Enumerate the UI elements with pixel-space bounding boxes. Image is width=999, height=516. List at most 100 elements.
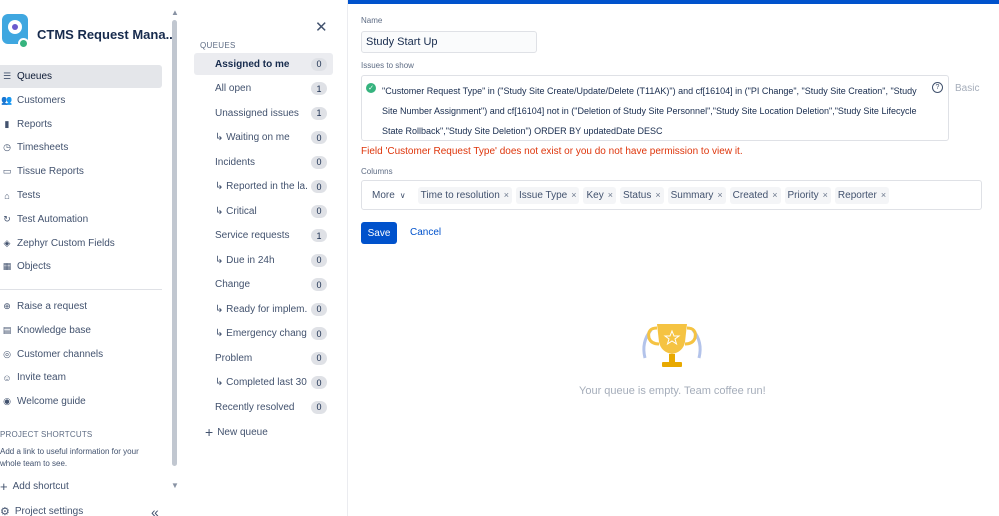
queue-label: ↳ Due in 24h (215, 254, 275, 266)
column-chip-label: Created (732, 189, 769, 201)
project-header[interactable]: CTMS Request Mana... (0, 8, 172, 58)
gear-icon: ⚙ (0, 506, 10, 516)
queue-item[interactable]: Incidents 0 (194, 151, 333, 173)
queue-item[interactable]: ↳ Emergency change 0 (194, 323, 333, 345)
more-columns-dropdown[interactable]: More ∨ (368, 185, 410, 205)
queue-count-badge: 0 (311, 204, 327, 218)
save-button[interactable]: Save (361, 222, 397, 244)
queue-count-badge: 0 (311, 253, 327, 267)
remove-column-icon[interactable]: × (881, 190, 886, 200)
column-chip: Created × (729, 186, 781, 204)
sidebar-item-tests[interactable]: ⌂ Tests (0, 184, 162, 207)
jql-query-input[interactable]: ✓ "Customer Request Type" in ("Study Sit… (361, 75, 949, 141)
queue-label: ↳ Reported in the la... (215, 181, 307, 192)
queue-item[interactable]: ↳ Critical 0 (194, 200, 333, 222)
valid-check-icon: ✓ (366, 83, 376, 93)
queue-label: Incidents (215, 156, 256, 168)
queue-item[interactable]: Unassigned issues 1 (194, 102, 333, 124)
queue-item[interactable]: ↳ Completed last 30... 0 (194, 372, 333, 394)
sidebar-item-test-automation[interactable]: ↻ Test Automation (0, 208, 162, 231)
queue-label: ↳ Waiting on me (215, 132, 290, 143)
queue-count-badge: 0 (311, 327, 327, 340)
queue-item[interactable]: ↳ Waiting on me 0 (194, 127, 333, 149)
sidebar-divider (0, 289, 162, 290)
sidebar-item-label: Invite team (17, 372, 66, 384)
column-chip: Priority × (784, 186, 831, 204)
column-chip: Time to resolution × (417, 186, 513, 204)
raise-request-icon: ⊕ (3, 301, 11, 311)
help-icon[interactable]: ? (932, 82, 943, 93)
remove-column-icon[interactable]: × (772, 190, 777, 200)
remove-column-icon[interactable]: × (571, 190, 576, 200)
sidebar-item-knowledge-base[interactable]: ▤ Knowledge base (0, 319, 162, 342)
queue-item[interactable]: Service requests 1 (194, 225, 333, 247)
sidebar-item-timesheets[interactable]: ◷ Timesheets (0, 136, 162, 159)
timesheets-icon: ◷ (3, 142, 11, 153)
queue-count-badge: 0 (311, 376, 327, 389)
empty-queue-message: Your queue is empty. Team coffee run! (579, 385, 766, 397)
column-chip-label: Reporter (837, 189, 877, 201)
sidebar-item-reports[interactable]: ▮ Reports (0, 113, 162, 136)
add-shortcut-button[interactable]: + Add shortcut (0, 479, 69, 494)
project-settings-label: Project settings (14, 506, 84, 516)
remove-column-icon[interactable]: × (504, 190, 509, 200)
project-sidebar: CTMS Request Mana... ☰ Queues 👥 Customers ▮ R… (0, 0, 172, 516)
sidebar-item-objects[interactable]: ▦ Objects (0, 255, 162, 278)
remove-column-icon[interactable]: × (717, 190, 722, 200)
sidebar-item-customers[interactable]: 👥 Customers (0, 89, 162, 112)
name-field-label: Name (361, 16, 383, 25)
sidebar-item-queues[interactable]: ☰ Queues (0, 65, 162, 88)
queue-label: ↳ Critical (215, 205, 257, 217)
basic-mode-link[interactable]: Basic (955, 83, 979, 94)
remove-column-icon[interactable]: × (655, 190, 660, 200)
queue-count-badge: 0 (311, 351, 327, 365)
queue-editor: Name Study Start Up Issues to show ✓ "Cu… (349, 4, 999, 516)
new-queue-button[interactable]: + New queue (205, 424, 268, 440)
knowledge-base-icon: ▤ (2, 324, 12, 335)
remove-column-icon[interactable]: × (823, 190, 828, 200)
queue-label: ↳ Ready for implem... (215, 303, 307, 315)
project-status-badge-icon (18, 38, 29, 49)
sidebar-item-label: Raise a request (17, 301, 88, 312)
cancel-button[interactable]: Cancel (410, 227, 441, 238)
queue-item[interactable]: Problem 0 (194, 347, 333, 369)
queue-item[interactable]: ↳ Reported in the la... 0 (194, 176, 333, 198)
jql-query-text: "Customer Request Type" in ("Study Site … (382, 86, 917, 136)
queue-count-badge: 0 (311, 400, 327, 414)
queue-label: Service requests (215, 230, 290, 241)
queue-label: ↳ Completed last 30... (215, 377, 307, 388)
sidebar-item-raise-a-request[interactable]: ⊕ Raise a request (0, 295, 162, 318)
columns-picker: More ∨ Time to resolution × Issue Type × Key… (361, 180, 982, 210)
sidebar-item-customer-channels[interactable]: ◎ Customer channels (0, 343, 162, 366)
column-chip: Summary × (667, 186, 726, 204)
queue-label: ↳ Emergency change (215, 328, 307, 339)
column-chip: Key × (583, 186, 616, 204)
sidebar-item-label: Customer channels (17, 348, 104, 360)
column-chip-label: Key (586, 189, 604, 201)
queue-item[interactable]: ↳ Due in 24h 0 (194, 249, 333, 271)
project-title: CTMS Request Mana... (37, 27, 172, 42)
queue-count-badge: 1 (311, 82, 327, 95)
queue-item[interactable]: Recently resolved 0 (194, 396, 333, 418)
queue-label: Change (215, 279, 251, 290)
queue-count-badge: 0 (311, 278, 327, 291)
sidebar-item-invite-team[interactable]: ☺ Invite team (0, 366, 162, 389)
queue-item[interactable]: All open 1 (194, 78, 333, 100)
close-icon[interactable]: ✕ (315, 18, 328, 36)
queue-count-badge: 0 (311, 302, 327, 316)
queue-item[interactable]: Change 0 (194, 274, 333, 296)
sidebar-item-welcome-guide[interactable]: ◉ Welcome guide (0, 390, 162, 413)
remove-column-icon[interactable]: × (608, 190, 613, 200)
columns-label: Columns (361, 167, 393, 176)
queue-count-badge: 0 (311, 131, 327, 144)
queue-item[interactable]: ↳ Ready for implem... 0 (194, 298, 333, 320)
queue-name-input[interactable]: Study Start Up (361, 31, 537, 53)
collapse-sidebar-icon[interactable]: « (151, 504, 159, 516)
sidebar-scrollbar[interactable] (172, 20, 177, 466)
tests-icon: ⌂ (4, 190, 10, 201)
chevron-down-icon: ∨ (399, 190, 406, 200)
queue-item[interactable]: Assigned to me 0 (194, 53, 333, 75)
sidebar-item-tissue-reports[interactable]: ▭ Tissue Reports (0, 160, 162, 183)
project-settings-link[interactable]: ⚙ Project settings (0, 505, 83, 516)
sidebar-item-zephyr-custom-fields[interactable]: ◈ Zephyr Custom Fields (0, 232, 162, 255)
